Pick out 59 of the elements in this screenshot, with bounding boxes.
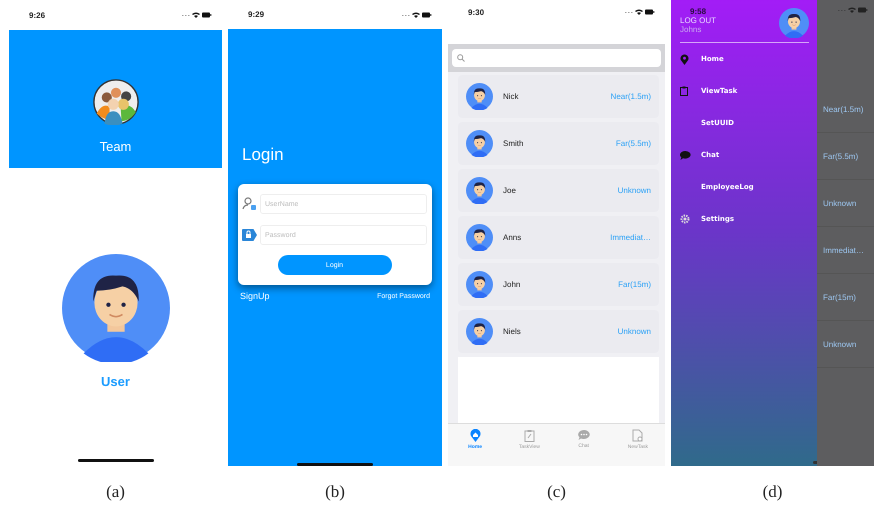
- avatar-icon: [466, 271, 493, 298]
- person-name: Smith: [503, 139, 524, 148]
- distance-label: Far(15m): [823, 292, 856, 302]
- distance-label: Far(5.5m): [823, 152, 858, 160]
- user-name: Johns: [680, 26, 702, 34]
- person-name: John: [503, 280, 522, 289]
- figure-caption: (d): [762, 482, 784, 502]
- avatar-icon: [466, 130, 493, 157]
- status-time: 9:26: [29, 10, 46, 20]
- lock-icon: [242, 229, 257, 241]
- avatar-icon: [466, 318, 493, 345]
- chat-bubble-icon: [680, 150, 691, 160]
- location-pin-icon: [680, 54, 689, 64]
- team-label: Team: [100, 139, 132, 154]
- search-icon: [457, 54, 465, 62]
- distance-label: Unknown: [823, 340, 856, 348]
- figure-caption: (c): [546, 482, 567, 502]
- home-pin-icon: [470, 429, 481, 442]
- settings-icon: [680, 214, 690, 224]
- person-name: Anns: [503, 233, 522, 242]
- distance-label: Immediat…: [823, 246, 864, 254]
- distance-label: Immediat…: [610, 233, 651, 242]
- team-icon: [92, 79, 138, 125]
- person-row[interactable]: Joe Unknown: [458, 169, 659, 212]
- status-time: 9:58: [690, 8, 708, 17]
- distance-label: Far(5.5m): [616, 139, 651, 148]
- distance-label: Far(15m): [618, 280, 651, 289]
- clipboard-icon: [680, 86, 688, 96]
- person-row[interactable]: Niels Unknown: [458, 310, 659, 353]
- avatar-icon: [779, 8, 809, 38]
- avatar-icon: [466, 224, 493, 251]
- distance-label: Near(1.5m): [610, 92, 651, 101]
- distance-label: Unknown: [823, 198, 856, 208]
- person-row[interactable]: Anns Immediat…: [458, 216, 659, 259]
- status-time: 9:29: [248, 10, 264, 19]
- login-title: Login: [242, 145, 285, 165]
- team-banner[interactable]: Team: [9, 30, 222, 168]
- person-name: Nick: [503, 92, 520, 101]
- document-icon: [632, 429, 644, 442]
- status-time: 9:30: [468, 8, 484, 16]
- person-name: Joe: [503, 186, 517, 195]
- signup-link[interactable]: SignUp: [240, 291, 270, 301]
- avatar-icon: [466, 83, 493, 110]
- person-row[interactable]: Nick Near(1.5m): [458, 75, 659, 118]
- person-name: Niels: [503, 327, 522, 336]
- distance-label: Unknown: [618, 186, 651, 195]
- person-row[interactable]: John Far(15m): [458, 263, 659, 306]
- clipboard-icon: [524, 429, 535, 442]
- distance-label: Unknown: [618, 327, 651, 336]
- avatar-icon: [62, 254, 170, 362]
- chat-bubble-icon: [576, 429, 591, 441]
- search-field[interactable]: [452, 49, 661, 67]
- distance-label: Near(1.5m): [823, 104, 864, 114]
- user-icon: [242, 197, 257, 211]
- person-row[interactable]: Smith Far(5.5m): [458, 122, 659, 165]
- logout-link[interactable]: LOG OUT: [680, 16, 716, 26]
- figure-caption: (b): [324, 482, 346, 502]
- avatar-icon: [466, 177, 493, 204]
- figure-caption: (a): [105, 482, 126, 502]
